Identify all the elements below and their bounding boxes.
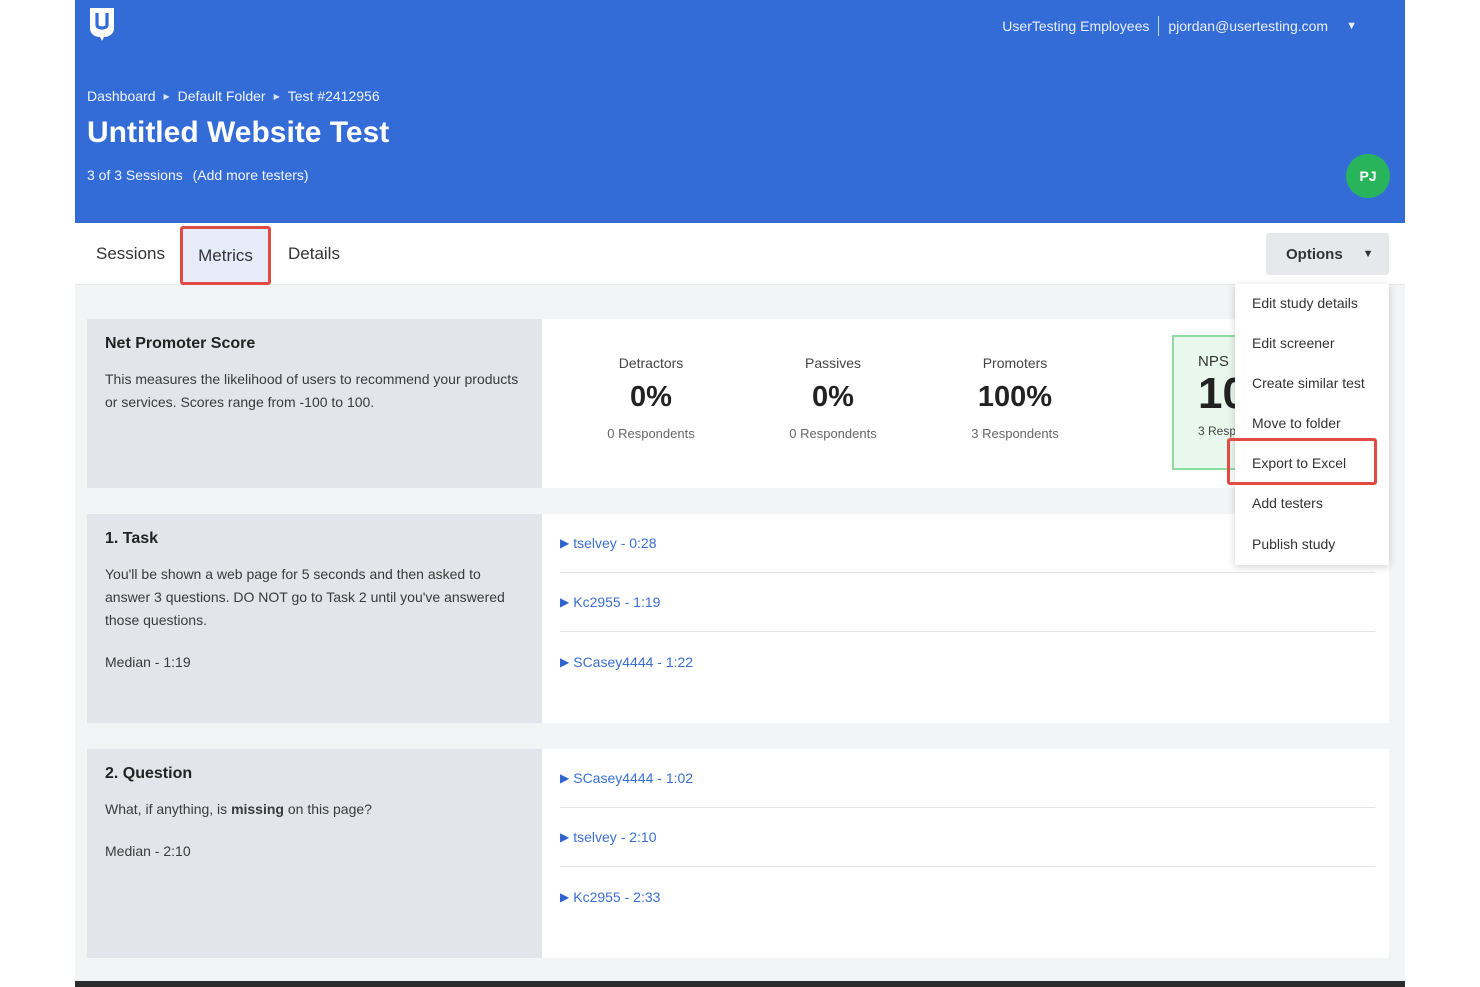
question-session-list: ▶ SCasey4444 - 1:02 ▶ tselvey - 2:10 ▶ Kc29…	[560, 749, 1375, 926]
stat-value: 0%	[630, 381, 672, 413]
stat-promoters: Promoters 100% 3 Respondents	[935, 355, 1095, 441]
stat-detractors: Detractors 0% 0 Respondents	[571, 355, 731, 441]
menu-item-edit-study-details[interactable]: Edit study details	[1252, 295, 1358, 311]
breadcrumb-test: Test #2412956	[287, 88, 380, 104]
breadcrumb-dashboard[interactable]: Dashboard	[87, 88, 156, 104]
options-label: Options	[1286, 245, 1343, 263]
nps-title: Net Promoter Score	[105, 335, 256, 352]
nps-info: Net Promoter Score This measures the lik…	[87, 319, 542, 488]
session-link[interactable]: ▶ Kc2955 - 1:19	[560, 573, 1375, 632]
add-more-testers-link[interactable]: (Add more testers)	[193, 167, 309, 183]
sessions-summary: 3 of 3 Sessions (Add more testers)	[87, 167, 309, 183]
stat-label: Promoters	[982, 355, 1048, 371]
play-icon: ▶	[560, 654, 570, 669]
question-title: 2. Question	[105, 765, 193, 782]
menu-item-edit-screener[interactable]: Edit screener	[1252, 335, 1334, 351]
question-suffix: on this page?	[287, 801, 372, 817]
question-bold: missing	[231, 801, 284, 817]
chevron-right-icon: ▶	[273, 91, 280, 101]
chevron-right-icon: ▶	[163, 91, 170, 101]
caret-down-icon: ▼	[1362, 248, 1374, 260]
session-link[interactable]: ▶ SCasey4444 - 1:02	[560, 749, 1375, 808]
page-title: Untitled Website Test	[87, 116, 390, 149]
options-dropdown-menu: Edit study details Edit screener Create …	[1227, 284, 1389, 565]
task-info: 1. Task You'll be shown a web page for 5…	[87, 514, 542, 723]
breadcrumb: Dashboard ▶ Default Folder ▶ Test #24129…	[87, 88, 380, 104]
session-label: SCasey4444 - 1:02	[573, 770, 694, 786]
stat-value: 100%	[977, 381, 1053, 413]
tab-sessions[interactable]: Sessions	[96, 223, 165, 285]
play-icon: ▶	[560, 536, 570, 550]
session-link[interactable]: ▶ Kc2955 - 2:33	[560, 867, 1375, 926]
avatar[interactable]: PJ	[1346, 154, 1390, 198]
nps-card: Net Promoter Score This measures the lik…	[87, 319, 1389, 488]
stat-respondents: 3 Respondents	[971, 426, 1059, 441]
session-label: SCasey4444 - 1:22	[573, 653, 694, 670]
header-banner: UserTesting Employees pjordan@usertestin…	[75, 0, 1405, 223]
divider	[1158, 16, 1160, 36]
session-link[interactable]: ▶ tselvey - 2:10	[560, 808, 1375, 867]
bottom-bar	[75, 981, 1405, 987]
session-link[interactable]: ▶ SCasey4444 - 1:22	[560, 632, 1375, 691]
options-button[interactable]: Options ▼	[1266, 233, 1389, 275]
stat-label: Detractors	[618, 355, 684, 371]
task-title: 1. Task	[105, 530, 159, 547]
task-card: 1. Task You'll be shown a web page for 5…	[87, 514, 1389, 723]
session-label: tselvey - 2:10	[573, 829, 657, 845]
task-median: Median - 1:19	[105, 654, 191, 670]
play-icon: ▶	[560, 830, 570, 844]
org-name[interactable]: UserTesting Employees	[1002, 18, 1149, 34]
menu-item-add-testers[interactable]: Add testers	[1252, 495, 1323, 511]
stat-respondents: 0 Respondents	[789, 426, 877, 441]
menu-item-move-to-folder[interactable]: Move to folder	[1252, 415, 1341, 431]
question-median: Median - 2:10	[105, 843, 191, 859]
stat-passives: Passives 0% 0 Respondents	[753, 355, 913, 441]
question-info: 2. Question What, if anything, is missin…	[87, 749, 542, 958]
question-card: 2. Question What, if anything, is missin…	[87, 749, 1389, 958]
tabs-bar: Sessions Metrics Details Options ▼	[75, 223, 1405, 285]
session-label: tselvey - 0:28	[573, 535, 657, 551]
tab-details[interactable]: Details	[288, 223, 340, 285]
session-label: Kc2955 - 1:19	[573, 594, 661, 610]
question-prefix: What, if anything, is	[105, 801, 228, 817]
menu-item-create-similar-test[interactable]: Create similar test	[1252, 375, 1365, 391]
stat-value: 0%	[812, 381, 854, 413]
play-icon: ▶	[560, 889, 570, 904]
menu-item-publish-study[interactable]: Publish study	[1252, 536, 1335, 552]
sessions-count: 3 of 3 Sessions	[87, 167, 183, 183]
stat-respondents: 0 Respondents	[607, 426, 695, 441]
app-frame: UserTesting Employees pjordan@usertestin…	[75, 0, 1405, 987]
play-icon: ▶	[560, 771, 570, 785]
user-email[interactable]: pjordan@usertesting.com	[1168, 18, 1328, 34]
tab-metrics[interactable]: Metrics	[180, 226, 271, 285]
stat-label: Passives	[804, 355, 862, 371]
breadcrumb-folder[interactable]: Default Folder	[178, 88, 266, 104]
caret-down-icon[interactable]: ▼	[1346, 20, 1357, 32]
session-label: Kc2955 - 2:33	[573, 888, 661, 905]
task-description: You'll be shown a web page for 5 seconds…	[105, 566, 505, 628]
question-text: What, if anything, is missing on this pa…	[105, 798, 524, 821]
nps-description: This measures the likelihood of users to…	[105, 371, 519, 410]
highlight-box	[1227, 438, 1377, 485]
usertesting-logo-icon[interactable]	[87, 6, 117, 42]
play-icon: ▶	[560, 595, 570, 609]
account-menu: UserTesting Employees pjordan@usertestin…	[1002, 16, 1357, 36]
